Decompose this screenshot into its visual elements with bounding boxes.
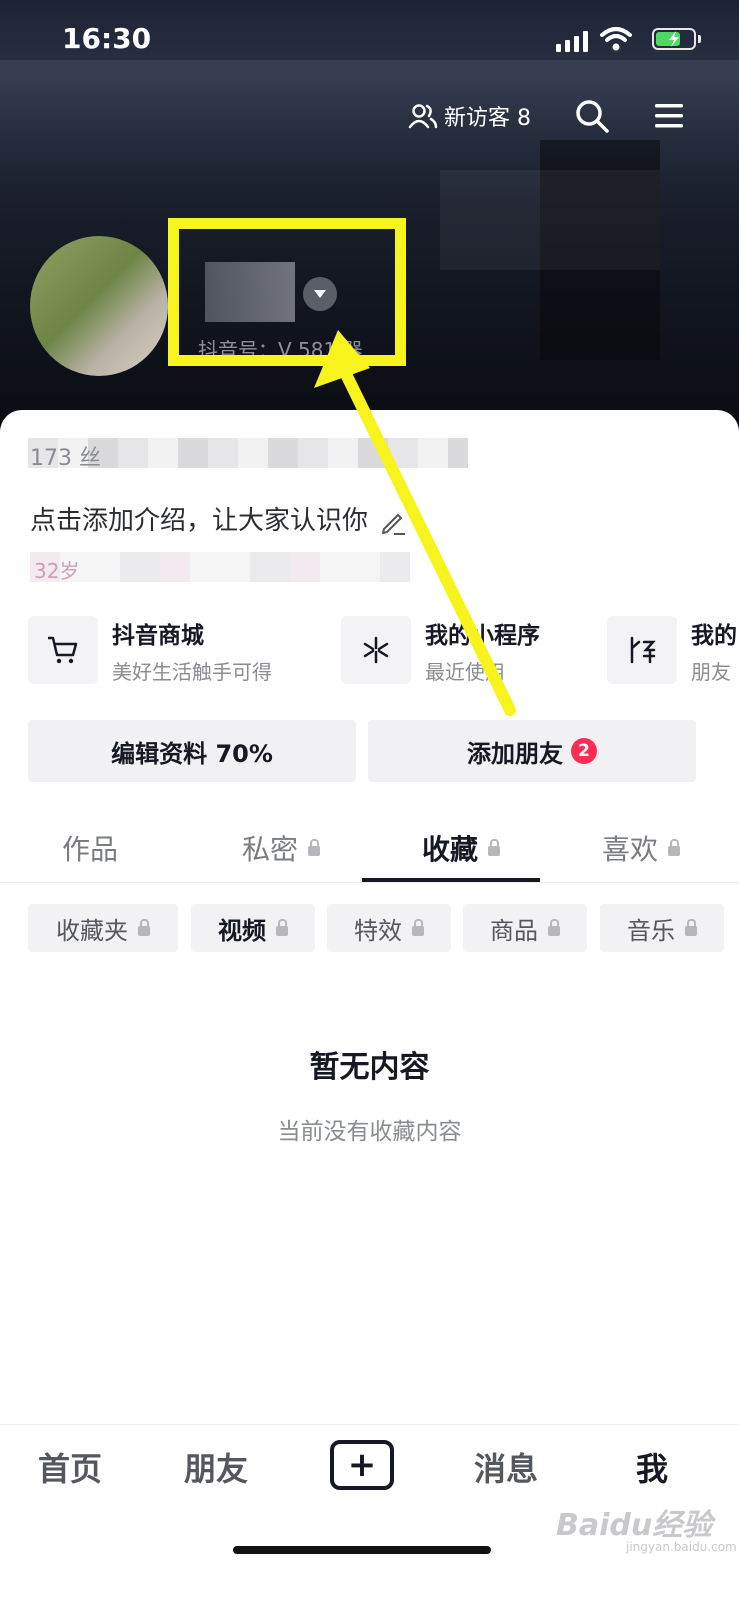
group-icon xyxy=(607,616,677,684)
chip-label: 收藏夹 xyxy=(56,916,128,945)
lock-icon xyxy=(685,919,697,936)
edit-profile-button[interactable]: 编辑资料 70% xyxy=(28,720,356,782)
service-douyin-mall[interactable]: 抖音商城 美好生活触手可得 xyxy=(28,616,328,684)
service-subtitle: 朋友 xyxy=(691,659,731,684)
chip-label: 视频 xyxy=(218,916,266,945)
mosaic-block xyxy=(440,170,660,270)
lock-icon xyxy=(308,839,321,856)
tab-favorites[interactable]: 收藏 xyxy=(422,828,501,868)
nav-friends[interactable]: 朋友 xyxy=(184,1444,248,1490)
nav-me[interactable]: 我 xyxy=(636,1444,668,1490)
add-friends-button[interactable]: 添加朋友 2 xyxy=(368,720,696,782)
lock-icon xyxy=(548,919,560,936)
nav-messages[interactable]: 消息 xyxy=(474,1444,538,1490)
cart-icon xyxy=(28,616,98,684)
search-icon[interactable] xyxy=(574,98,610,134)
empty-state-subtitle: 当前没有收藏内容 xyxy=(277,1119,462,1145)
tab-label: 收藏 xyxy=(422,833,479,866)
chip-label: 特效 xyxy=(354,916,402,945)
tab-label: 喜欢 xyxy=(602,833,659,866)
empty-state-title: 暂无内容 xyxy=(309,1050,430,1085)
tab-works[interactable]: 作品 xyxy=(62,828,118,868)
service-subtitle: 美好生活触手可得 xyxy=(112,659,272,684)
nav-home[interactable]: 首页 xyxy=(38,1444,102,1490)
tab-likes[interactable]: 喜欢 xyxy=(602,828,681,868)
new-visitors-button[interactable]: 新访客 8 xyxy=(408,100,531,132)
chip-label: 商品 xyxy=(490,916,538,945)
annotation-arrow xyxy=(314,330,516,716)
add-friends-label: 添加朋友 xyxy=(467,739,563,768)
baidu-watermark-url: jingyan.baidu.com xyxy=(626,1540,737,1554)
age-tag: 32岁 xyxy=(34,559,80,583)
service-my-group[interactable]: 我的 朋友 xyxy=(607,616,739,684)
tab-private[interactable]: 私密 xyxy=(242,828,321,868)
lock-icon xyxy=(668,839,681,856)
edit-profile-label: 编辑资料 70% xyxy=(111,739,273,768)
baidu-watermark: Baidu经验 xyxy=(556,1508,713,1543)
chip-folders[interactable]: 收藏夹 xyxy=(28,904,178,952)
notification-badge: 2 xyxy=(571,738,597,764)
create-plus-button[interactable]: + xyxy=(330,1440,394,1490)
tab-label: 私密 xyxy=(242,833,299,866)
signal-icon xyxy=(556,30,592,52)
lock-icon xyxy=(138,919,150,936)
menu-icon[interactable] xyxy=(654,103,684,129)
battery-icon xyxy=(652,28,696,50)
lock-icon xyxy=(488,839,501,856)
service-title: 抖音商城 xyxy=(112,622,204,649)
chip-videos[interactable]: 视频 xyxy=(191,904,315,952)
avatar[interactable] xyxy=(30,236,168,376)
stats-text: 173 丝 xyxy=(30,446,101,471)
lock-icon xyxy=(276,919,288,936)
chip-effects[interactable]: 特效 xyxy=(327,904,451,952)
new-visitors-label: 新访客 8 xyxy=(444,106,531,131)
battery-tip xyxy=(698,35,701,43)
chip-music[interactable]: 音乐 xyxy=(600,904,724,952)
status-time: 16:30 xyxy=(62,22,152,55)
service-title: 我的 xyxy=(691,622,737,649)
wifi-icon xyxy=(600,27,632,51)
plus-icon: + xyxy=(347,1445,377,1485)
bottom-nav-divider xyxy=(0,1424,739,1425)
lock-icon xyxy=(412,919,424,936)
chip-label: 音乐 xyxy=(627,916,675,945)
visitors-icon xyxy=(408,104,438,129)
tab-label: 作品 xyxy=(62,833,119,866)
tab-divider xyxy=(0,882,739,883)
chip-products[interactable]: 商品 xyxy=(463,904,587,952)
home-indicator[interactable] xyxy=(233,1546,491,1554)
